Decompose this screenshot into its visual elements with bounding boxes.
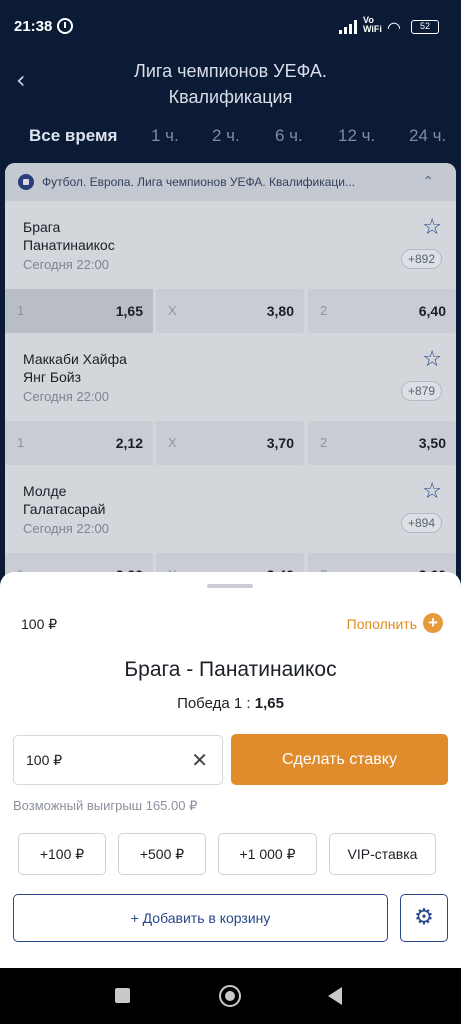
match-list: Футбол. Европа. Лига чемпионов УЕФА. Ква… xyxy=(5,163,456,583)
odds-row: 1 1,65 X 3,80 2 6,40 xyxy=(5,289,456,333)
odd-value: 1,65 xyxy=(115,303,143,319)
wifi-icon: ◠ xyxy=(387,20,401,37)
tab-24h[interactable]: 24 ч. xyxy=(409,126,446,146)
balance: 100 ₽ xyxy=(21,616,58,632)
league-header[interactable]: Футбол. Европа. Лига чемпионов УЕФА. Ква… xyxy=(5,163,456,201)
odds-row: 1 2,12 X 3,70 2 3,50 xyxy=(5,421,456,465)
status-bar: 21:38 Vo WiFi ◠ 52 xyxy=(0,0,461,50)
odd-button[interactable]: X 3,70 xyxy=(156,421,304,465)
odd-label: X xyxy=(168,435,177,450)
alarm-icon xyxy=(57,18,73,34)
system-nav-bar xyxy=(0,968,461,1024)
quick-amount-500[interactable]: +500 ₽ xyxy=(118,833,206,875)
odd-button[interactable]: 2 3,50 xyxy=(308,421,456,465)
odd-label: 2 xyxy=(320,303,328,318)
quick-amount-100[interactable]: +100 ₽ xyxy=(18,833,106,875)
odd-label: 1 xyxy=(17,435,25,450)
place-bet-button[interactable]: Сделать ставку xyxy=(231,734,448,785)
settings-button[interactable]: ⚙ xyxy=(400,894,448,942)
odd-button[interactable]: 1 2,12 xyxy=(5,421,153,465)
odd-button[interactable]: X 3,80 xyxy=(156,289,304,333)
match-time: Сегодня 22:00 xyxy=(23,521,109,536)
title-line-1: Лига чемпионов УЕФА. xyxy=(134,61,327,81)
odd-value: 3,70 xyxy=(266,435,294,451)
away-team: Янг Бойз xyxy=(23,369,82,385)
league-name: Футбол. Европа. Лига чемпионов УЕФА. Ква… xyxy=(42,175,356,189)
odd-value: 6,40 xyxy=(418,303,446,319)
match-time: Сегодня 22:00 xyxy=(23,389,109,404)
odd-value: 2,12 xyxy=(115,435,143,451)
away-team: Панатинаикос xyxy=(23,237,115,253)
signal-icon xyxy=(339,20,361,34)
period-tabs: Все время 1 ч. 2 ч. 6 ч. 12 ч. 24 ч. xyxy=(0,126,461,150)
quick-amount-1000[interactable]: +1 000 ₽ xyxy=(218,833,317,875)
recents-icon[interactable] xyxy=(115,988,130,1003)
tab-2h[interactable]: 2 ч. xyxy=(212,126,240,146)
odd-label: 1 xyxy=(17,303,25,318)
close-icon[interactable]: ✕ xyxy=(191,748,208,772)
page-title: Лига чемпионов УЕФА. Квалификация xyxy=(0,58,461,110)
odd-button[interactable]: 2 6,40 xyxy=(308,289,456,333)
odd-label: 2 xyxy=(320,435,328,450)
gear-icon: ⚙ xyxy=(414,905,434,930)
away-team: Галатасарай xyxy=(23,501,106,517)
odd-value: 3,50 xyxy=(418,435,446,451)
status-time: 21:38 xyxy=(14,18,53,35)
chevron-up-icon[interactable]: ⌃ xyxy=(422,173,434,190)
back-icon[interactable] xyxy=(328,987,342,1005)
betslip-sheet: 100 ₽ Пополнить + Брага - Панатинаикос П… xyxy=(0,572,461,968)
star-icon[interactable]: ☆ xyxy=(422,215,442,240)
outcome-odds: 1,65 xyxy=(254,695,284,712)
vowifi-indicator: Vo WiFi xyxy=(363,15,382,34)
more-markets-badge[interactable]: +879 xyxy=(400,381,442,401)
odd-button[interactable]: 1 1,65 xyxy=(5,289,153,333)
potential-win: Возможный выигрыш 165.00 ₽ xyxy=(13,798,198,813)
home-team: Молде xyxy=(23,483,67,499)
bet-outcome: Победа 1 : 1,65 xyxy=(0,695,461,712)
home-icon[interactable] xyxy=(219,985,241,1007)
stake-value: 100 ₽ xyxy=(26,752,63,768)
tab-1h[interactable]: 1 ч. xyxy=(151,126,179,146)
home-team: Маккаби Хайфа xyxy=(23,351,127,367)
match-time: Сегодня 22:00 xyxy=(23,257,109,272)
tab-all-time[interactable]: Все время xyxy=(29,126,117,146)
odd-label: X xyxy=(168,303,177,318)
stake-input[interactable]: 100 ₽ ✕ xyxy=(13,735,223,785)
match-row[interactable]: Молде Галатасарай Сегодня 22:00 ☆ +894 xyxy=(5,465,456,553)
home-team: Брага xyxy=(23,219,61,235)
more-markets-badge[interactable]: +892 xyxy=(400,249,442,269)
more-markets-badge[interactable]: +894 xyxy=(400,513,442,533)
topup-label: Пополнить xyxy=(346,616,417,632)
star-icon[interactable]: ☆ xyxy=(422,479,442,504)
outcome-label: Победа 1 : xyxy=(177,695,251,712)
odd-value: 3,80 xyxy=(266,303,294,319)
match-row[interactable]: Маккаби Хайфа Янг Бойз Сегодня 22:00 ☆ +… xyxy=(5,333,456,421)
title-line-2: Квалификация xyxy=(168,87,293,107)
sheet-drag-handle[interactable] xyxy=(207,584,253,588)
tab-6h[interactable]: 6 ч. xyxy=(275,126,303,146)
tab-12h[interactable]: 12 ч. xyxy=(338,126,375,146)
vip-bet-button[interactable]: VIP-ставка xyxy=(329,833,436,875)
match-row[interactable]: Брага Панатинаикос Сегодня 22:00 ☆ +892 xyxy=(5,201,456,289)
battery-icon: 52 xyxy=(411,20,439,34)
bet-event: Брага - Панатинаикос xyxy=(124,658,337,681)
add-to-cart-button[interactable]: + Добавить в корзину xyxy=(13,894,388,942)
plus-circle-icon: + xyxy=(423,613,443,633)
football-icon xyxy=(18,174,34,190)
star-icon[interactable]: ☆ xyxy=(422,347,442,372)
